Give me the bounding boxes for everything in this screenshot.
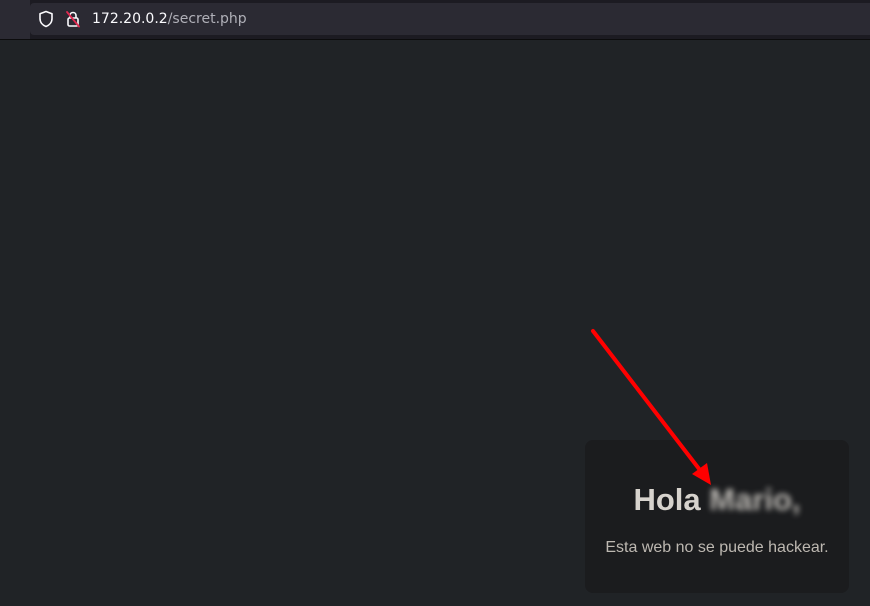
url-text[interactable]: 172.20.0.2/secret.php <box>92 10 247 28</box>
address-bar[interactable]: 172.20.0.2/secret.php <box>30 3 870 35</box>
subtitle-text: Esta web no se puede hackear. <box>605 539 829 556</box>
url-path: /secret.php <box>167 11 247 27</box>
blurred-username: Mario, <box>709 482 801 517</box>
greeting-heading: Hola Mario, <box>585 482 849 518</box>
toolbar-left-edge <box>0 0 30 39</box>
insecure-lock-icon[interactable] <box>65 10 81 28</box>
url-host: 172.20.0.2 <box>92 11 168 27</box>
shield-icon[interactable] <box>38 10 54 28</box>
page-viewport: Hola Mario, Esta web no se puede hackear… <box>0 40 870 606</box>
greeting-card: Hola Mario, Esta web no se puede hackear… <box>585 440 849 593</box>
greeting-word: Hola <box>633 482 701 517</box>
browser-toolbar: 172.20.0.2/secret.php <box>0 0 870 40</box>
